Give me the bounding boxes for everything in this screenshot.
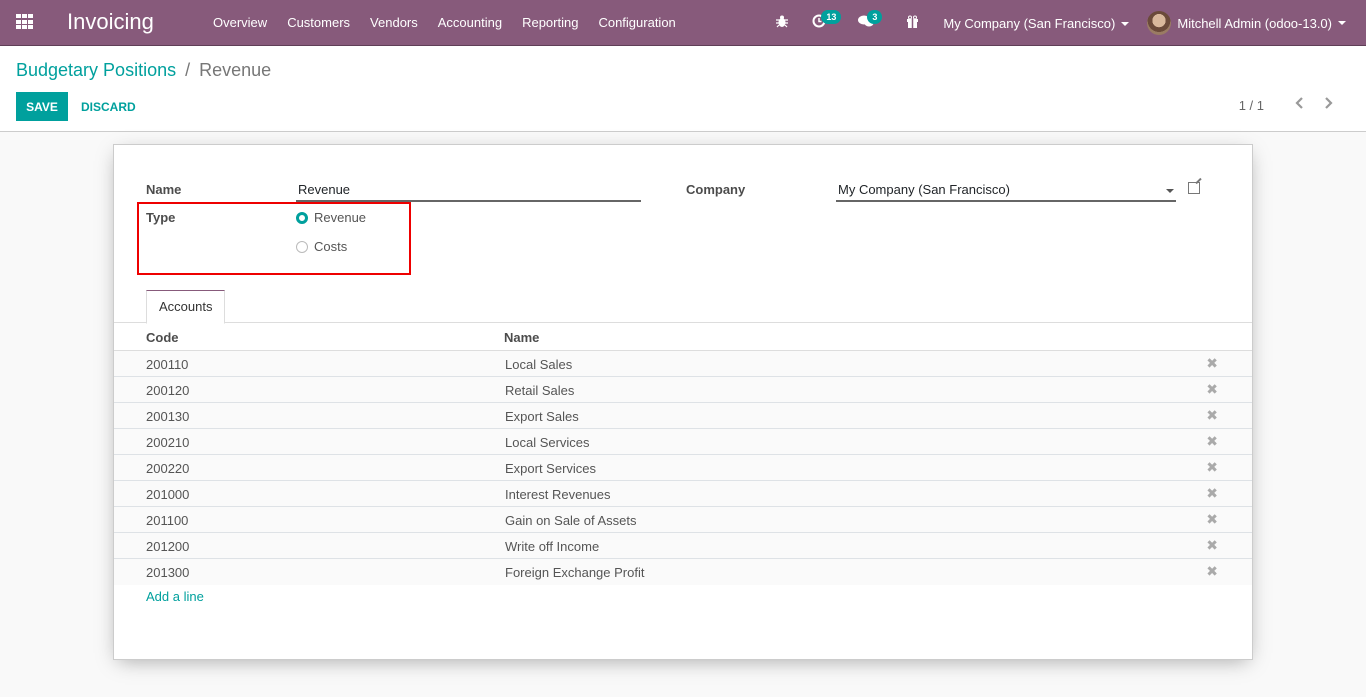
column-header-code[interactable]: Code: [146, 330, 179, 345]
breadcrumb: Budgetary Positions / Revenue: [16, 60, 271, 81]
cell-name: Export Services: [505, 461, 597, 476]
annotation-highlight-box: [137, 202, 411, 275]
name-label: Name: [146, 182, 182, 197]
bug-icon[interactable]: [776, 0, 789, 46]
menu-vendors[interactable]: Vendors: [360, 0, 428, 46]
messages-button[interactable]: 3: [858, 0, 883, 46]
user-menu[interactable]: Mitchell Admin (odoo-13.0): [1147, 11, 1346, 35]
menu-reporting[interactable]: Reporting: [512, 0, 588, 46]
company-switcher-label: My Company (San Francisco): [943, 15, 1116, 31]
company-switcher[interactable]: My Company (San Francisco): [943, 15, 1130, 31]
cell-code: 201000: [146, 487, 190, 502]
chevron-left-icon: [1295, 97, 1303, 109]
delete-row-icon[interactable]: ✖: [1206, 459, 1218, 476]
delete-row-icon[interactable]: ✖: [1206, 485, 1218, 502]
cell-name: Gain on Sale of Assets: [505, 513, 637, 528]
cell-code: 201300: [146, 565, 190, 580]
name-field[interactable]: Revenue: [296, 182, 641, 202]
cell-name: Retail Sales: [505, 383, 575, 398]
table-row[interactable]: 200110 Local Sales ✖: [114, 351, 1252, 377]
cell-name: Interest Revenues: [505, 487, 611, 502]
systray: 13 3 My Company (San Francisco) Mitchell…: [764, 0, 1366, 46]
cell-name: Local Services: [505, 435, 590, 450]
chevron-down-icon: [1121, 22, 1130, 27]
delete-row-icon[interactable]: ✖: [1206, 537, 1218, 554]
top-navbar: Invoicing Overview Customers Vendors Acc…: [0, 0, 1366, 46]
delete-row-icon[interactable]: ✖: [1206, 433, 1218, 450]
cell-code: 201200: [146, 539, 190, 554]
accounts-table: Code Name 200110 Local Sales ✖ 200120 Retail…: [114, 323, 1252, 604]
column-header-name[interactable]: Name: [504, 330, 539, 345]
table-header: Code Name: [114, 323, 1252, 351]
menu-accounting[interactable]: Accounting: [428, 0, 512, 46]
menu-configuration[interactable]: Configuration: [588, 0, 685, 46]
pager-previous-button[interactable]: [1286, 96, 1314, 114]
table-row[interactable]: 200210 Local Services ✖: [114, 429, 1252, 455]
delete-row-icon[interactable]: ✖: [1206, 511, 1218, 528]
activity-count-badge: 13: [821, 10, 842, 24]
pager-next-button[interactable]: [1314, 96, 1342, 114]
chevron-right-icon: [1325, 97, 1333, 109]
delete-row-icon[interactable]: ✖: [1206, 355, 1218, 372]
menu-overview[interactable]: Overview: [203, 0, 277, 46]
activity-button[interactable]: 13: [812, 0, 842, 46]
type-radio-costs[interactable]: Costs: [296, 239, 347, 254]
company-field[interactable]: My Company (San Francisco): [836, 182, 1176, 202]
gift-icon[interactable]: [906, 0, 919, 46]
cell-code: 200110: [146, 357, 189, 372]
cell-name: Local Sales: [505, 357, 573, 372]
main-menu: Overview Customers Vendors Accounting Re…: [203, 0, 686, 46]
notebook-tabs: Accounts: [114, 290, 1252, 324]
company-label: Company: [686, 182, 746, 197]
save-button[interactable]: SAVE: [16, 92, 68, 121]
messages-count-badge: 3: [867, 10, 883, 24]
table-row[interactable]: 201000 Interest Revenues ✖: [114, 481, 1252, 507]
app-title[interactable]: Invoicing: [67, 9, 154, 35]
cell-name: Foreign Exchange Profit: [505, 565, 645, 580]
cell-code: 200220: [146, 461, 190, 476]
avatar: [1147, 11, 1172, 35]
pager-value[interactable]: 1 / 1: [1239, 98, 1264, 113]
menu-customers[interactable]: Customers: [277, 0, 360, 46]
form-sheet: Name Revenue Company My Company (San Fra…: [113, 144, 1253, 660]
table-row[interactable]: 200120 Retail Sales ✖: [114, 377, 1252, 403]
table-row[interactable]: 201100 Gain on Sale of Assets ✖: [114, 507, 1252, 533]
table-row[interactable]: 201300 Foreign Exchange Profit ✖: [114, 559, 1252, 585]
cell-code: 200210: [146, 435, 190, 450]
pager: 1 / 1: [1239, 96, 1342, 114]
cell-code: 201100: [146, 513, 189, 528]
breadcrumb-parent-link[interactable]: Budgetary Positions: [16, 60, 176, 80]
discard-button[interactable]: DISCARD: [74, 92, 143, 121]
user-name: Mitchell Admin (odoo-13.0): [1177, 15, 1332, 31]
type-label: Type: [146, 210, 176, 225]
control-panel: Budgetary Positions / Revenue SAVE DISCA…: [0, 46, 1366, 132]
add-a-line-link[interactable]: Add a line: [146, 589, 204, 604]
tab-accounts[interactable]: Accounts: [146, 290, 226, 324]
delete-row-icon[interactable]: ✖: [1206, 381, 1218, 398]
cell-name: Export Sales: [505, 409, 579, 424]
table-row[interactable]: 201200 Write off Income ✖: [114, 533, 1252, 559]
delete-row-icon[interactable]: ✖: [1206, 563, 1218, 580]
breadcrumb-current: Revenue: [199, 60, 272, 80]
chevron-down-icon: [1338, 21, 1346, 25]
type-radio-label: Costs: [314, 239, 348, 254]
table-row[interactable]: 200130 Export Sales ✖: [114, 403, 1252, 429]
cell-name: Write off Income: [505, 539, 600, 554]
breadcrumb-separator: /: [185, 60, 191, 80]
company-dropdown-caret-icon[interactable]: [1166, 189, 1174, 193]
external-link-icon[interactable]: [1188, 182, 1200, 194]
type-radio-label: Revenue: [314, 210, 367, 225]
cell-code: 200120: [146, 383, 190, 398]
table-row[interactable]: 200220 Export Services ✖: [114, 455, 1252, 481]
radio-checked-icon: [296, 211, 308, 224]
cell-code: 200130: [146, 409, 190, 424]
delete-row-icon[interactable]: ✖: [1206, 407, 1218, 424]
radio-unchecked-icon: [296, 240, 308, 253]
type-radio-revenue[interactable]: Revenue: [296, 210, 366, 225]
apps-grid-icon[interactable]: [16, 14, 34, 30]
